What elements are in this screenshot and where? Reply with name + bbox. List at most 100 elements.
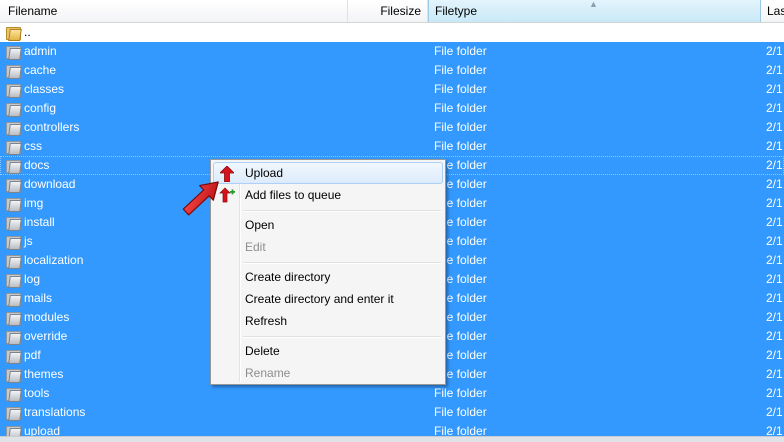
file-name: log	[24, 272, 41, 286]
menu-item-rename: Rename	[213, 362, 443, 384]
folder-icon	[6, 349, 22, 364]
file-name: translations	[24, 405, 86, 419]
folder-icon	[6, 311, 22, 326]
context-menu: Upload Add files to queue Open Edit Crea…	[210, 159, 446, 385]
menu-item-label: Open	[245, 218, 275, 232]
file-name: pdf	[24, 348, 41, 362]
column-header-filesize[interactable]: Filesize	[348, 0, 428, 22]
last-modified: 2/1	[766, 329, 783, 343]
red-pointer-arrow-icon	[182, 181, 219, 216]
file-row[interactable]: classes File folder 2/1	[0, 80, 784, 99]
last-modified: 2/1	[766, 272, 783, 286]
file-name: css	[24, 139, 42, 153]
sort-ascending-icon: ▲	[589, 0, 598, 9]
menu-item-label: Create directory	[245, 270, 331, 284]
menu-item-upload[interactable]: Upload	[213, 162, 443, 184]
last-modified: 2/1	[766, 386, 783, 400]
menu-item-label: Upload	[245, 166, 284, 180]
last-modified: 2/1	[766, 215, 783, 229]
menu-separator	[243, 336, 441, 338]
folder-icon	[6, 102, 22, 117]
last-modified: 2/1	[766, 405, 783, 419]
file-list-header: Filename Filesize Filetype ▲ Last	[0, 0, 784, 23]
parent-directory-row[interactable]: ..	[0, 23, 784, 42]
folder-icon	[6, 368, 22, 383]
folder-icon	[6, 254, 22, 269]
menu-item-label: Create directory and enter it	[245, 292, 394, 306]
menu-item-edit: Edit	[213, 236, 443, 258]
folder-icon	[6, 64, 22, 79]
menu-item-add-to-queue[interactable]: Add files to queue	[213, 184, 443, 206]
menu-item-label: Rename	[245, 366, 291, 380]
file-name: docs	[24, 158, 50, 172]
folder-icon	[6, 406, 22, 421]
file-type: File folder	[434, 44, 487, 58]
folder-icon	[6, 83, 22, 98]
folder-icon	[6, 330, 22, 345]
file-row[interactable]: config File folder 2/1	[0, 99, 784, 118]
folder-icon	[6, 216, 22, 231]
folder-icon	[6, 292, 22, 307]
file-name: admin	[24, 44, 57, 58]
menu-item-label: Edit	[245, 240, 266, 254]
menu-separator	[243, 262, 441, 264]
last-modified: 2/1	[766, 177, 783, 191]
file-type: File folder	[434, 120, 487, 134]
menu-item-create-directory[interactable]: Create directory	[213, 266, 443, 288]
last-modified: 2/1	[766, 367, 783, 381]
last-modified: 2/1	[766, 158, 783, 172]
last-modified: 2/1	[766, 196, 783, 210]
folder-icon	[6, 45, 22, 60]
menu-item-refresh[interactable]: Refresh	[213, 310, 443, 332]
file-name: js	[24, 234, 33, 248]
last-modified: 2/1	[766, 253, 783, 267]
last-modified: 2/1	[766, 120, 783, 134]
file-name: tools	[24, 386, 50, 400]
file-row[interactable]: cache File folder 2/1	[0, 61, 784, 80]
last-modified: 2/1	[766, 310, 783, 324]
file-name: img	[24, 196, 44, 210]
file-type: File folder	[434, 63, 487, 77]
file-row[interactable]: admin File folder 2/1	[0, 42, 784, 61]
file-type: File folder	[434, 139, 487, 153]
file-name: override	[24, 329, 68, 343]
file-name: mails	[24, 291, 53, 305]
file-row[interactable]: controllers File folder 2/1	[0, 118, 784, 137]
last-modified: 2/1	[766, 101, 783, 115]
last-modified: 2/1	[766, 44, 783, 58]
menu-item-label: Delete	[245, 344, 280, 358]
file-type: File folder	[434, 101, 487, 115]
folder-icon	[6, 178, 22, 193]
column-header-filename[interactable]: Filename	[0, 0, 348, 22]
last-modified: 2/1	[766, 139, 783, 153]
horizontal-scrollbar[interactable]	[0, 436, 784, 442]
menu-item-label: Add files to queue	[245, 188, 342, 202]
menu-item-delete[interactable]: Delete	[213, 340, 443, 362]
menu-item-open[interactable]: Open	[213, 214, 443, 236]
last-modified: 2/1	[766, 82, 783, 96]
file-type: File folder	[434, 82, 487, 96]
last-modified: 2/1	[766, 63, 783, 77]
folder-icon	[6, 140, 22, 155]
file-name: config	[24, 101, 57, 115]
file-name: ..	[24, 25, 31, 39]
menu-item-label: Refresh	[245, 314, 288, 328]
file-row[interactable]: tools File folder 2/1	[0, 384, 784, 403]
menu-item-create-directory-enter[interactable]: Create directory and enter it	[213, 288, 443, 310]
folder-icon	[6, 121, 22, 136]
file-name: install	[24, 215, 55, 229]
file-name: classes	[24, 82, 65, 96]
folder-icon	[6, 387, 22, 402]
file-name: localization	[24, 253, 84, 267]
column-header-last-modified[interactable]: Last	[761, 0, 784, 22]
file-type: File folder	[434, 405, 487, 419]
file-name: download	[24, 177, 76, 191]
folder-icon	[6, 197, 22, 212]
parent-folder-icon	[6, 26, 22, 41]
file-row[interactable]: translations File folder 2/1	[0, 403, 784, 422]
folder-icon	[6, 159, 22, 174]
menu-separator	[243, 210, 441, 212]
file-type: File folder	[434, 386, 487, 400]
file-row[interactable]: css File folder 2/1	[0, 137, 784, 156]
last-modified: 2/1	[766, 234, 783, 248]
